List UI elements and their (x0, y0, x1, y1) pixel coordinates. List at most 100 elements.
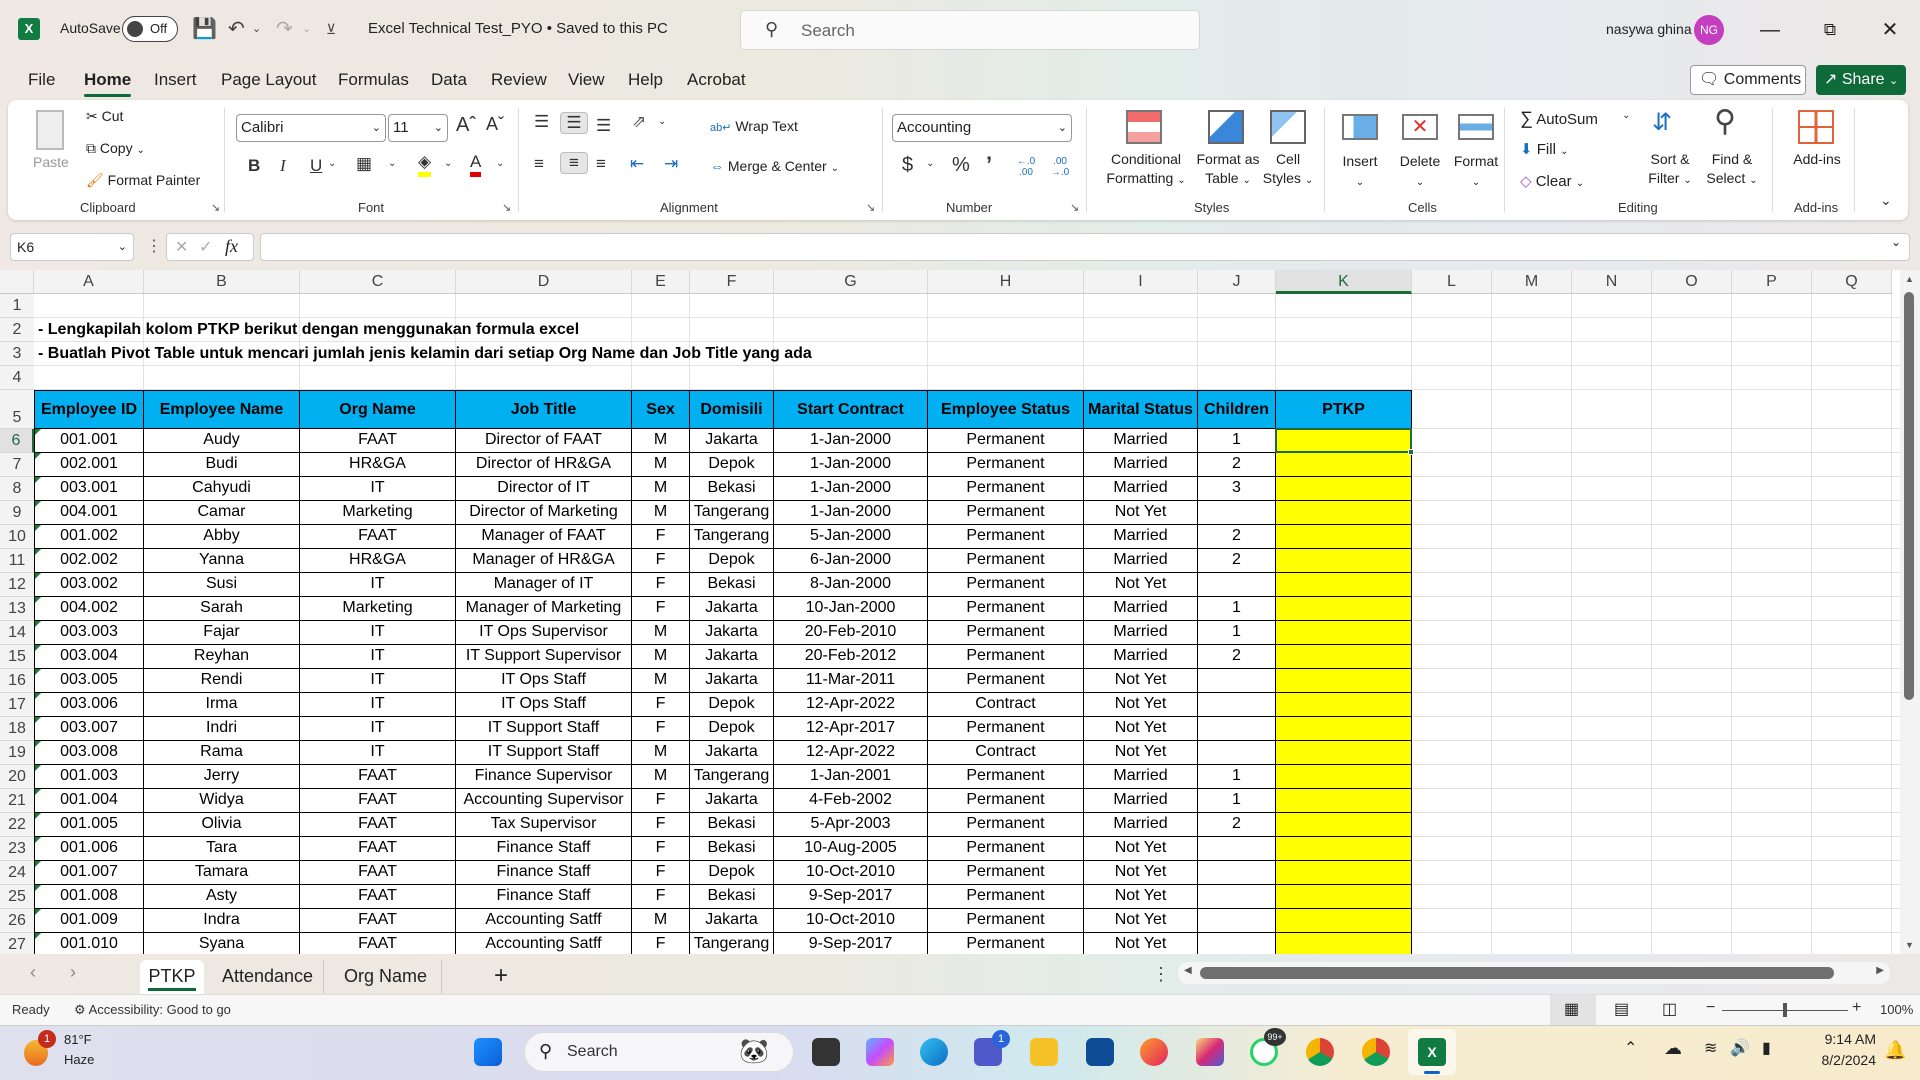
table-cell[interactable]: Depok (690, 693, 774, 717)
table-cell[interactable]: M (632, 765, 690, 789)
task-view-icon[interactable] (812, 1038, 840, 1066)
table-cell[interactable] (1198, 741, 1276, 765)
table-cell[interactable]: Indra (144, 909, 300, 933)
table-cell[interactable]: IT (300, 693, 456, 717)
table-cell[interactable]: Director of Marketing (456, 501, 632, 525)
ptkp-cell[interactable] (1276, 717, 1412, 741)
row-header-24[interactable]: 24 (0, 861, 34, 885)
row-header-1[interactable]: 1 (0, 294, 34, 318)
edge-icon[interactable] (920, 1038, 948, 1066)
add-ins-button[interactable]: Add-ins (1782, 150, 1852, 169)
table-cell[interactable]: Syana (144, 933, 300, 954)
scroll-up-icon[interactable]: ▲ (1905, 274, 1914, 284)
table-cell[interactable]: 20-Feb-2012 (774, 645, 928, 669)
table-cell[interactable]: Jakarta (690, 621, 774, 645)
table-cell[interactable]: 5-Apr-2003 (774, 813, 928, 837)
format-as-table-button[interactable]: Format as Table ⌄ (1188, 150, 1268, 190)
sort-filter-button[interactable]: Sort & Filter ⌄ (1638, 150, 1702, 190)
table-cell[interactable]: M (632, 741, 690, 765)
increase-decimal-button[interactable]: ←.0 .00 (1012, 156, 1040, 178)
table-cell[interactable]: Depok (690, 549, 774, 573)
row-header-10[interactable]: 10 (0, 525, 34, 549)
table-cell[interactable]: Permanent (928, 453, 1084, 477)
row-header-4[interactable]: 4 (0, 366, 34, 390)
ptkp-cell[interactable] (1276, 597, 1412, 621)
copy-button[interactable]: ⧉ Copy ⌄ (86, 140, 145, 157)
prev-sheet-icon[interactable]: ‹ (30, 962, 36, 983)
table-header-sex[interactable]: Sex (632, 390, 690, 429)
table-cell[interactable]: Permanent (928, 765, 1084, 789)
table-cell[interactable]: 003.005 (34, 669, 144, 693)
table-cell[interactable]: Permanent (928, 549, 1084, 573)
table-header-employee-id[interactable]: Employee ID (34, 390, 144, 429)
table-cell[interactable]: 2 (1198, 813, 1276, 837)
cell-styles-button[interactable]: Cell Styles ⌄ (1260, 150, 1316, 190)
column-header-g[interactable]: G (774, 270, 928, 294)
table-cell[interactable]: Permanent (928, 717, 1084, 741)
decrease-decimal-button[interactable]: .00 →.0 (1046, 156, 1074, 178)
table-cell[interactable]: IT (300, 669, 456, 693)
row-header-8[interactable]: 8 (0, 477, 34, 501)
table-cell[interactable]: Married (1084, 765, 1198, 789)
table-cell[interactable]: F (632, 549, 690, 573)
ptkp-cell[interactable] (1276, 501, 1412, 525)
table-cell[interactable]: IT Ops Staff (456, 669, 632, 693)
undo-icon[interactable]: ↶ (228, 16, 245, 42)
minimize-button[interactable]: — (1750, 14, 1790, 46)
table-cell[interactable]: Permanent (928, 501, 1084, 525)
column-header-m[interactable]: M (1492, 270, 1572, 294)
tab-view[interactable]: View (568, 70, 605, 90)
ptkp-cell[interactable] (1276, 789, 1412, 813)
ptkp-cell[interactable] (1276, 477, 1412, 501)
comments-button[interactable]: 🗨 Comments (1690, 65, 1806, 95)
table-cell[interactable]: FAAT (300, 861, 456, 885)
table-cell[interactable]: 001.003 (34, 765, 144, 789)
row-header-13[interactable]: 13 (0, 597, 34, 621)
enter-icon[interactable]: ✓ (199, 237, 212, 257)
table-cell[interactable]: IT (300, 621, 456, 645)
redo-icon[interactable]: ↷ (276, 16, 293, 42)
expand-formula-icon[interactable]: ⌄ (1891, 235, 1901, 249)
table-cell[interactable]: Accounting Satff (456, 933, 632, 954)
table-cell[interactable]: Bekasi (690, 477, 774, 501)
table-cell[interactable]: 003.004 (34, 645, 144, 669)
ptkp-cell[interactable] (1276, 693, 1412, 717)
select-all-corner[interactable] (0, 270, 34, 294)
table-cell[interactable]: F (632, 885, 690, 909)
row-header-14[interactable]: 14 (0, 621, 34, 645)
clipboard-launcher-icon[interactable]: ↘ (211, 201, 220, 214)
ptkp-cell[interactable] (1276, 837, 1412, 861)
table-cell[interactable]: F (632, 789, 690, 813)
row-header-17[interactable]: 17 (0, 693, 34, 717)
table-cell[interactable]: Permanent (928, 621, 1084, 645)
column-header-j[interactable]: J (1198, 270, 1276, 294)
zoom-level[interactable]: 100% (1880, 1002, 1913, 1017)
table-cell[interactable]: Married (1084, 645, 1198, 669)
insert-function-icon[interactable]: fx (225, 236, 238, 257)
table-cell[interactable]: Permanent (928, 597, 1084, 621)
table-cell[interactable]: IT (300, 477, 456, 501)
row-header-6[interactable]: 6 (0, 429, 34, 453)
table-cell[interactable]: Tax Supervisor (456, 813, 632, 837)
table-cell[interactable]: FAAT (300, 525, 456, 549)
table-cell[interactable]: 10-Jan-2000 (774, 597, 928, 621)
chevron-down-icon[interactable]: ⌄ (496, 158, 504, 169)
table-cell[interactable]: 002.001 (34, 453, 144, 477)
borders-icon[interactable]: ▦ (356, 154, 372, 174)
table-cell[interactable]: Widya (144, 789, 300, 813)
table-cell[interactable]: Asty (144, 885, 300, 909)
column-header-o[interactable]: O (1652, 270, 1732, 294)
table-cell[interactable]: IT Ops Supervisor (456, 621, 632, 645)
increase-indent-icon[interactable]: ⇥ (664, 154, 678, 174)
sheet-tab-attendance[interactable]: Attendance (212, 960, 324, 994)
table-cell[interactable]: Married (1084, 549, 1198, 573)
ptkp-cell[interactable] (1276, 909, 1412, 933)
sheet-tab-ptkp[interactable]: PTKP (140, 960, 204, 994)
autosum-button[interactable]: ∑ AutoSum (1520, 108, 1598, 129)
table-cell[interactable]: Bekasi (690, 837, 774, 861)
shrink-font-button[interactable]: Aˇ (486, 114, 504, 135)
table-cell[interactable] (1198, 501, 1276, 525)
fill-handle[interactable] (1408, 449, 1414, 455)
table-header-job-title[interactable]: Job Title (456, 390, 632, 429)
instagram-icon[interactable] (1196, 1038, 1224, 1066)
